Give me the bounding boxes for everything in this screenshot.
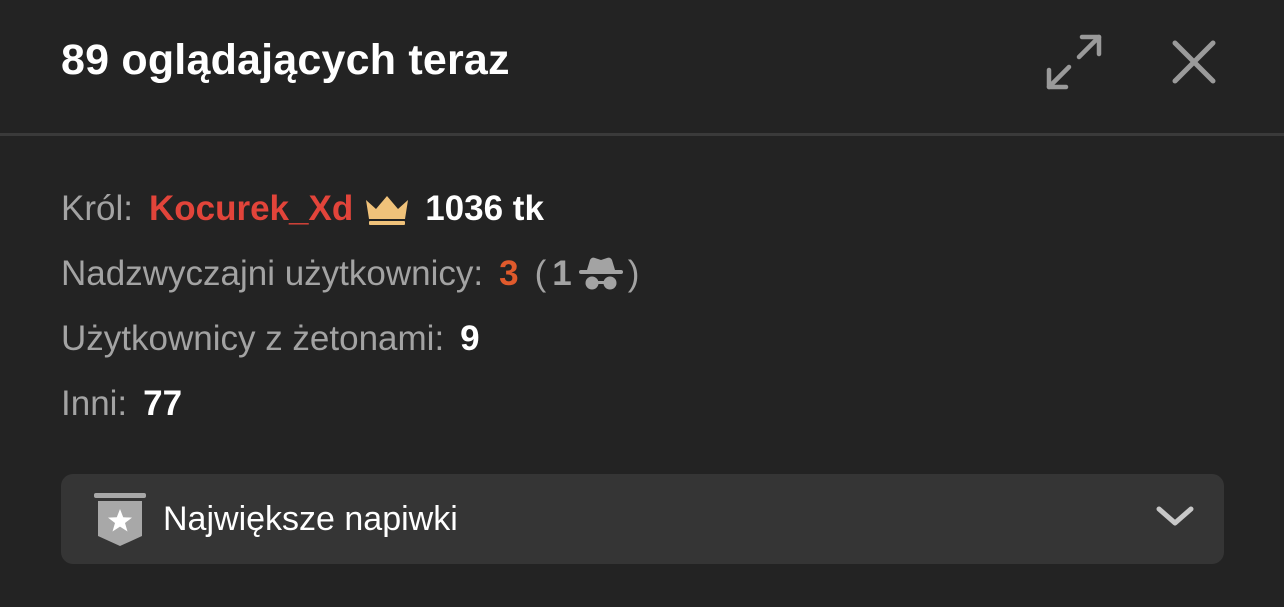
- others-row: Inni: 77: [61, 371, 639, 436]
- anonymous-users-group: ( 1 ): [535, 254, 640, 294]
- king-row: Król: Kocurek_Xd 1036 tk: [61, 176, 639, 241]
- anonymous-users-count: 1: [552, 253, 572, 293]
- king-tokens: 1036 tk: [425, 188, 544, 228]
- paren-open: (: [534, 253, 547, 293]
- modal-header: 89 oglądających teraz: [0, 0, 1284, 136]
- king-username[interactable]: Kocurek_Xd: [149, 189, 353, 229]
- dropdown-label: Największe napiwki: [163, 500, 458, 538]
- chevron-down-icon: [1156, 504, 1194, 535]
- paren-close: ): [627, 253, 640, 293]
- others-label: Inni:: [61, 383, 128, 423]
- special-users-row: Nadzwyczajni użytkownicy: 3 ( 1 ): [61, 241, 639, 306]
- incognito-spy-icon: [578, 257, 624, 291]
- crown-icon: [363, 192, 411, 226]
- special-users-count: 3: [499, 253, 519, 293]
- viewer-stats: Król: Kocurek_Xd 1036 tk Nadzwyczajni uż…: [61, 176, 639, 436]
- special-users-label: Nadzwyczajni użytkownicy:: [61, 253, 484, 293]
- token-users-row: Użytkownicy z żetonami: 9: [61, 306, 639, 371]
- king-label: Król:: [61, 188, 133, 228]
- star-badge-icon: [92, 492, 148, 553]
- viewers-title: 89 oglądających teraz: [61, 36, 510, 84]
- others-count: 77: [143, 383, 183, 423]
- top-tips-dropdown[interactable]: Największe napiwki: [61, 474, 1224, 564]
- close-icon: [1172, 40, 1216, 84]
- token-users-label: Użytkownicy z żetonami:: [61, 318, 445, 358]
- close-button[interactable]: [1162, 30, 1226, 94]
- expand-arrows-icon: [1046, 34, 1102, 90]
- expand-button[interactable]: [1042, 30, 1106, 94]
- token-users-count: 9: [460, 318, 480, 358]
